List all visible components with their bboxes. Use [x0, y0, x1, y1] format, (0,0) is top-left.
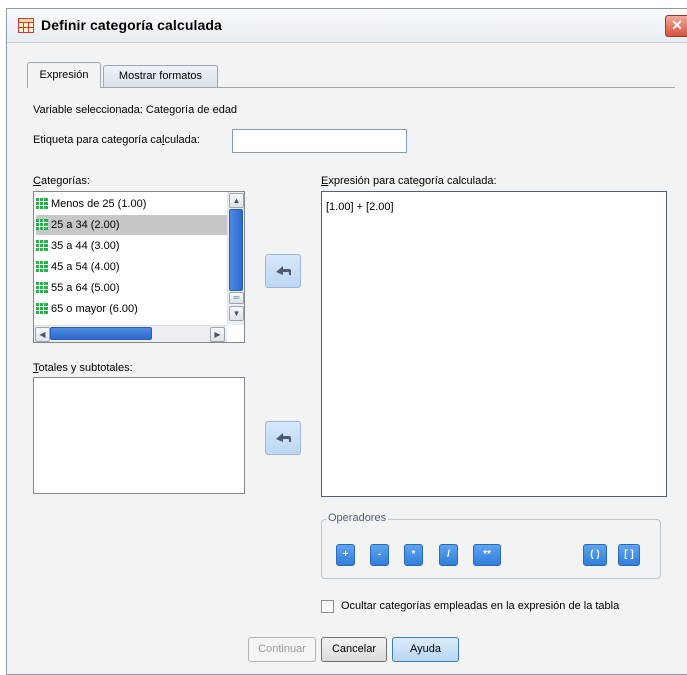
list-item[interactable]: 35 a 44 (3.00): [36, 236, 233, 256]
power-operator-button[interactable]: **: [473, 544, 501, 566]
operators-title: Operadores: [326, 512, 389, 524]
move-to-expression-button[interactable]: [265, 254, 301, 288]
green-grid-icon: [36, 198, 48, 209]
tab-expresion-label: Expresión: [39, 69, 89, 81]
expression-textarea[interactable]: [1.00] + [2.00]: [321, 191, 667, 497]
move-to-totals-button[interactable]: [265, 421, 301, 455]
tab-mostrar-formatos-label: Mostrar formatos: [118, 70, 203, 82]
green-grid-icon: [36, 261, 48, 272]
close-button[interactable]: ✕: [665, 15, 687, 37]
plus-operator-button[interactable]: +: [336, 544, 355, 566]
green-grid-icon: [36, 240, 48, 251]
list-item[interactable]: 65 o mayor (6.00): [36, 299, 233, 319]
brackets-operator-button[interactable]: [ ]: [618, 544, 640, 566]
hide-categories-checkbox[interactable]: [321, 600, 334, 613]
scroll-left-icon[interactable]: ◀: [35, 327, 50, 342]
title-bar: Definir categoría calculada ✕: [7, 9, 687, 43]
left-arrow-icon: [276, 433, 291, 442]
expression-text: [1.00] + [2.00]: [326, 201, 394, 213]
table-app-icon: [18, 18, 34, 33]
scroll-up-icon[interactable]: ▲: [229, 193, 244, 208]
close-icon: ✕: [671, 17, 683, 33]
list-item[interactable]: 55 a 64 (5.00): [36, 278, 233, 298]
left-arrow-icon: [276, 266, 291, 275]
parentheses-operator-button[interactable]: ( ): [583, 544, 607, 566]
horizontal-scroll-thumb[interactable]: [50, 327, 152, 340]
hide-categories-label: Ocultar categorías empleadas en la expre…: [341, 600, 620, 612]
green-grid-icon: [36, 282, 48, 293]
categories-vertical-scrollbar[interactable]: ▲ ═ ▼: [227, 192, 244, 325]
list-item[interactable]: 45 a 54 (4.00): [36, 257, 233, 277]
totals-listbox[interactable]: [33, 377, 245, 494]
categories-label: Categorías:: [33, 175, 90, 187]
expression-label: Expresión para categoría calculada:: [321, 175, 497, 187]
cancel-button[interactable]: Cancelar: [321, 637, 387, 662]
calculated-label-input[interactable]: [232, 129, 407, 153]
list-item[interactable]: Menos de 25 (1.00): [36, 194, 233, 214]
green-grid-icon: [36, 303, 48, 314]
minus-operator-button[interactable]: -: [370, 544, 389, 566]
totals-label: Totales y subtotales:: [33, 362, 133, 374]
selected-variable-text: Variable seleccionada: Categoría de edad: [33, 104, 238, 116]
tab-expresion[interactable]: Expresión: [27, 62, 101, 88]
green-grid-icon: [36, 219, 48, 230]
categories-horizontal-scrollbar[interactable]: ◀ ▶: [34, 325, 227, 342]
list-item[interactable]: 25 a 34 (2.00): [36, 215, 233, 235]
calculated-label-caption: Etiqueta para categoría calculada:: [33, 134, 200, 146]
help-button[interactable]: Ayuda: [392, 637, 459, 662]
scroll-right-icon[interactable]: ▶: [210, 327, 225, 342]
categories-listbox[interactable]: Menos de 25 (1.00) 25 a 34 (2.00) 35 a 4…: [33, 191, 245, 343]
window-title: Definir categoría calculada: [41, 17, 222, 33]
multiply-operator-button[interactable]: *: [404, 544, 423, 566]
continue-button[interactable]: Continuar: [248, 637, 316, 662]
tab-mostrar-formatos[interactable]: Mostrar formatos: [103, 65, 218, 87]
scroll-down-icon[interactable]: ▼: [229, 306, 244, 321]
divide-operator-button[interactable]: /: [439, 544, 458, 566]
vertical-scroll-thumb[interactable]: [229, 209, 243, 291]
scroll-grip-icon: ═: [229, 292, 244, 304]
tab-divider: [27, 87, 675, 88]
